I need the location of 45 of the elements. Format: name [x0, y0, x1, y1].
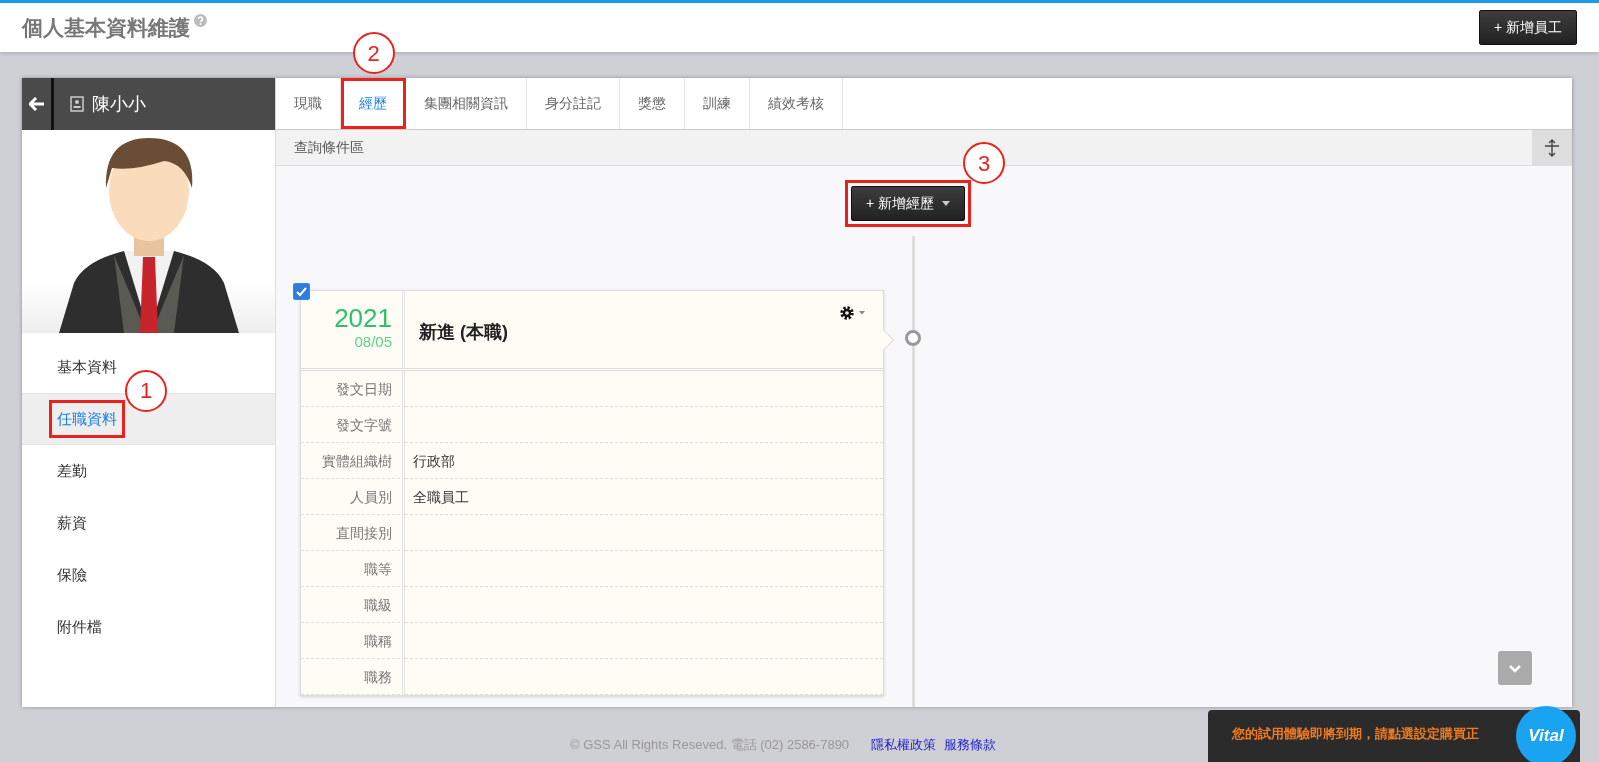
record-title: 新進 (本職)	[418, 321, 508, 344]
field-label: 職稱	[301, 623, 405, 659]
menu-item[interactable]: 薪資	[57, 511, 87, 535]
back-arrow-icon[interactable]	[28, 97, 45, 111]
tab[interactable]: 身分註記	[527, 78, 620, 129]
field-label: 發文日期	[301, 371, 405, 407]
menu-item[interactable]: 保險	[57, 563, 87, 587]
menu-item[interactable]: 基本資料	[57, 355, 117, 379]
timeline-node	[905, 330, 921, 346]
field-label: 人員別	[301, 479, 405, 515]
tab[interactable]: 獎懲	[620, 78, 685, 129]
expand-icon	[1544, 138, 1560, 157]
footer-link[interactable]: 服務條款	[944, 737, 997, 752]
tab[interactable]: 現職	[276, 78, 341, 129]
tab[interactable]: 績效考核	[750, 78, 843, 129]
checkbox[interactable]	[293, 283, 310, 300]
expand-button[interactable]	[1532, 129, 1572, 166]
query-section-label: 查詢條件區	[294, 138, 364, 157]
page-title: 個人基本資料維護	[22, 14, 190, 41]
record-date: 08/05	[353, 332, 392, 352]
field-label: 職等	[301, 551, 405, 587]
tab[interactable]: 訓練	[685, 78, 750, 129]
tab[interactable]: 經歷	[341, 78, 406, 129]
scroll-down-button[interactable]	[1498, 651, 1532, 685]
field-label: 直間接別	[301, 515, 405, 551]
chevron-down-icon	[1508, 663, 1522, 673]
field-label: 職級	[301, 587, 405, 623]
field-value: 全職員工	[413, 489, 469, 505]
field-value: 行政部	[413, 453, 455, 469]
footer-link[interactable]: 隱私權政策	[871, 737, 937, 752]
id-card-icon	[70, 96, 84, 112]
add-employee-button[interactable]: + 新增員工	[1478, 10, 1577, 45]
gear-icon[interactable]	[839, 305, 867, 321]
employee-name: 陳小小	[92, 92, 146, 116]
menu-item[interactable]: 差勤	[57, 459, 87, 483]
tab[interactable]: 集團相關資訊	[406, 78, 527, 129]
highlight-frame	[341, 78, 406, 129]
field-label: 實體組織樹	[301, 443, 405, 479]
field-label: 發文字號	[301, 407, 405, 443]
field-label: 職務	[301, 659, 405, 695]
caret-icon	[942, 201, 951, 206]
menu-item[interactable]: 附件檔	[57, 615, 102, 639]
step-number: 2	[352, 32, 395, 74]
record-year: 2021	[333, 305, 392, 331]
add-experience-button[interactable]: + 新增經歷	[851, 186, 966, 221]
